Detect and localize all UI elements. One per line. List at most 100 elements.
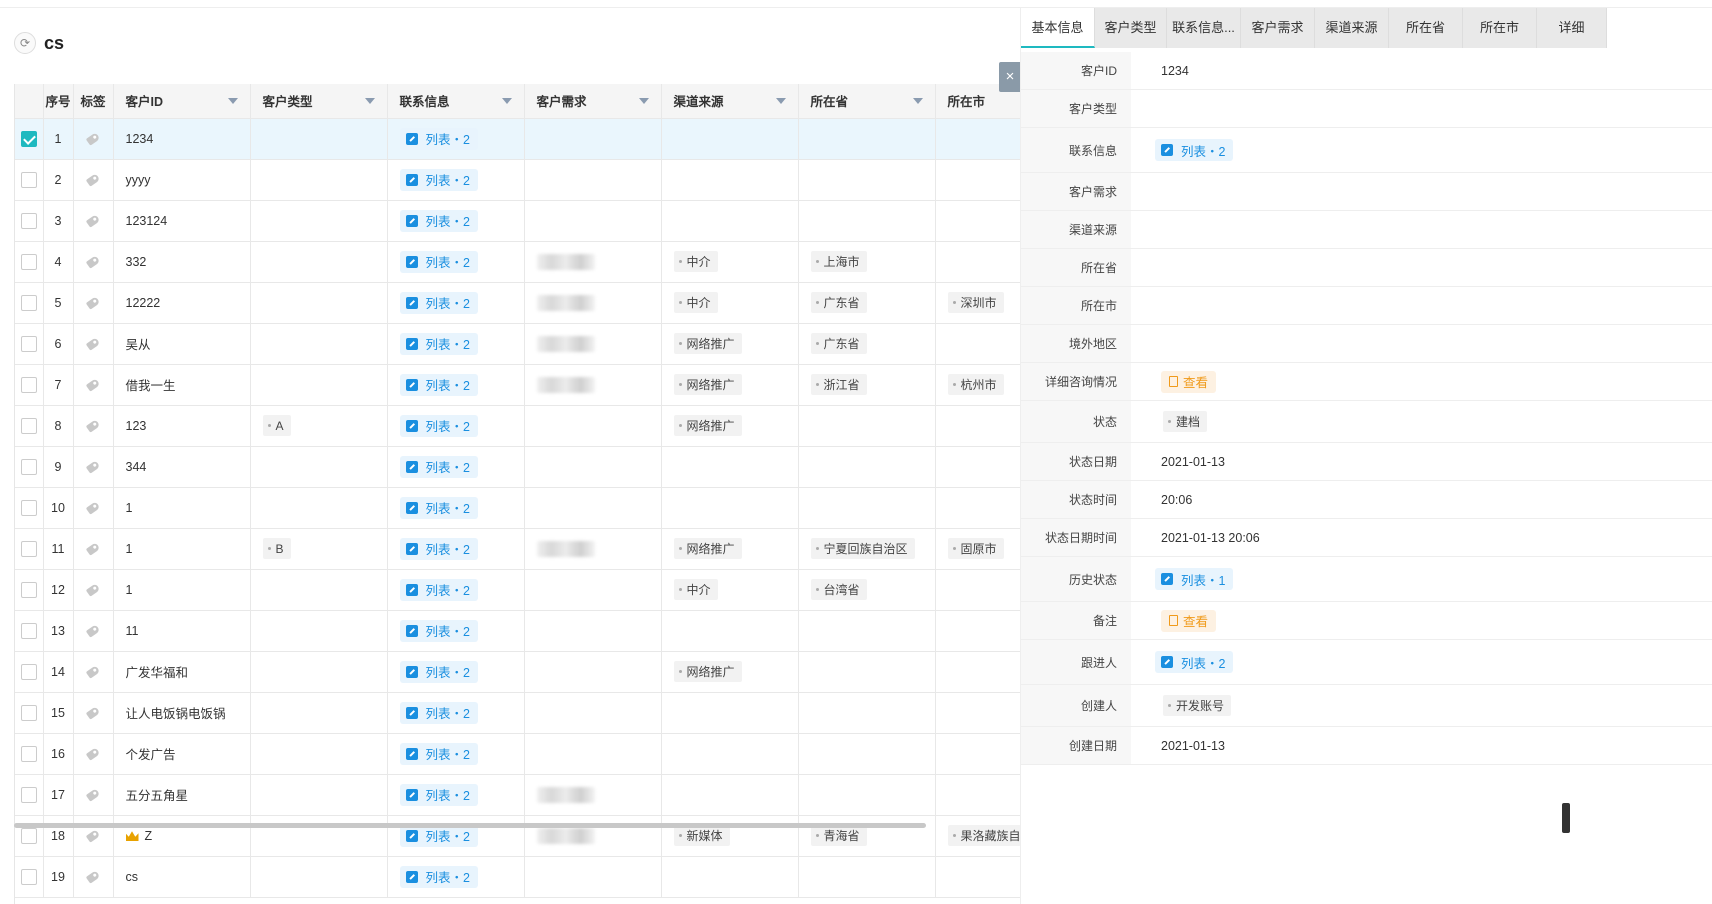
row-checkbox[interactable] [20, 417, 37, 434]
cell-channel[interactable] [661, 856, 799, 898]
cell-demand[interactable] [524, 487, 662, 529]
cell-customer-type[interactable] [250, 159, 388, 201]
cell-province[interactable]: 上海市 [798, 241, 936, 283]
cell-customer-id[interactable]: 11 [113, 610, 251, 652]
row-checkbox[interactable] [20, 212, 37, 229]
cell-customer-id[interactable]: 344 [113, 446, 251, 488]
tag-icon[interactable] [85, 788, 101, 802]
tag-icon[interactable] [85, 542, 101, 556]
contact-list-button[interactable]: 列表・2 [399, 373, 478, 396]
tag-icon[interactable] [85, 214, 101, 228]
table-row[interactable]: 15 让人电饭锅电饭锅 列表・2 [15, 692, 1073, 734]
cell-customer-id[interactable]: 个发广告 [113, 733, 251, 775]
field-list-button[interactable]: 列表・2 [1155, 139, 1234, 161]
row-checkbox[interactable] [20, 130, 37, 147]
cell-customer-id[interactable]: 1 [113, 528, 251, 570]
close-panel-button[interactable]: × [999, 62, 1021, 92]
table-row[interactable]: 3 123124 列表・2 [15, 200, 1073, 242]
table-row[interactable]: 10 1 列表・2 [15, 487, 1073, 529]
cell-province[interactable] [798, 159, 936, 201]
header-contact[interactable]: 联系信息 [387, 84, 525, 119]
cell-contact[interactable]: 列表・2 [387, 364, 525, 406]
field-value[interactable] [1131, 173, 1712, 210]
header-province[interactable]: 所在省 [798, 84, 936, 119]
field-list-button[interactable]: 列表・1 [1155, 568, 1234, 590]
tag-icon[interactable] [85, 665, 101, 679]
cell-demand[interactable] [524, 364, 662, 406]
caret-down-icon[interactable] [775, 98, 786, 104]
tag-icon[interactable] [85, 460, 101, 474]
cell-province[interactable]: 宁夏回族自治区 [798, 528, 936, 570]
tag-icon[interactable] [85, 296, 101, 310]
cell-channel[interactable] [661, 200, 799, 242]
cell-channel[interactable]: 网络推广 [661, 323, 799, 365]
cell-channel[interactable] [661, 692, 799, 734]
cell-contact[interactable]: 列表・2 [387, 282, 525, 324]
tag-icon[interactable] [85, 624, 101, 638]
cell-province[interactable] [798, 405, 936, 447]
cell-customer-type[interactable]: B [250, 528, 388, 570]
header-customer-type[interactable]: 客户类型 [250, 84, 388, 119]
cell-customer-type[interactable] [250, 610, 388, 652]
field-value[interactable]: 查看 [1131, 363, 1712, 400]
detail-tab[interactable]: 所在省 [1389, 8, 1463, 48]
cell-customer-type[interactable] [250, 364, 388, 406]
caret-down-icon[interactable] [638, 98, 649, 104]
contact-list-button[interactable]: 列表・2 [399, 250, 478, 273]
cell-demand[interactable] [524, 282, 662, 324]
cell-contact[interactable]: 列表・2 [387, 200, 525, 242]
table-row[interactable]: 6 吴从 列表・2 网络推广 广东省 [15, 323, 1073, 365]
cell-contact[interactable]: 列表・2 [387, 487, 525, 529]
cell-province[interactable]: 广东省 [798, 323, 936, 365]
field-value[interactable] [1131, 211, 1712, 248]
cell-channel[interactable]: 网络推广 [661, 651, 799, 693]
cell-customer-type[interactable] [250, 651, 388, 693]
cell-demand[interactable] [524, 159, 662, 201]
cell-province[interactable] [798, 200, 936, 242]
cell-customer-type[interactable] [250, 118, 388, 160]
cell-demand[interactable] [524, 405, 662, 447]
field-value[interactable]: 1234 [1131, 52, 1712, 89]
table-row[interactable]: 17 五分五角星 列表・2 [15, 774, 1073, 816]
tag-icon[interactable] [85, 132, 101, 146]
cell-customer-id[interactable]: 332 [113, 241, 251, 283]
field-value[interactable]: 2021-01-13 [1131, 727, 1712, 764]
cell-channel[interactable] [661, 610, 799, 652]
field-value[interactable]: 20:06 [1131, 481, 1712, 518]
cell-channel[interactable]: 新媒体 [661, 815, 799, 857]
cell-province[interactable]: 广东省 [798, 282, 936, 324]
horizontal-scrollbar[interactable] [14, 823, 926, 828]
cell-demand[interactable] [524, 692, 662, 734]
cell-customer-type[interactable] [250, 487, 388, 529]
tag-icon[interactable] [85, 870, 101, 884]
cell-contact[interactable]: 列表・2 [387, 528, 525, 570]
cell-channel[interactable] [661, 733, 799, 775]
cell-contact[interactable]: 列表・2 [387, 815, 525, 857]
cell-customer-type[interactable] [250, 569, 388, 611]
header-demand[interactable]: 客户需求 [524, 84, 662, 119]
cell-contact[interactable]: 列表・2 [387, 446, 525, 488]
caret-down-icon[interactable] [364, 98, 375, 104]
cell-province[interactable] [798, 118, 936, 160]
contact-list-button[interactable]: 列表・2 [399, 701, 478, 724]
cell-customer-type[interactable]: A [250, 405, 388, 447]
contact-list-button[interactable]: 列表・2 [399, 127, 478, 150]
cell-channel[interactable]: 网络推广 [661, 528, 799, 570]
detail-tab[interactable]: 基本信息 [1021, 8, 1095, 48]
header-customer-id[interactable]: 客户ID [113, 84, 251, 119]
detail-tab[interactable]: 客户需求 [1241, 8, 1315, 48]
cell-province[interactable] [798, 856, 936, 898]
cell-customer-id[interactable]: 五分五角星 [113, 774, 251, 816]
table-row[interactable]: 18 Z 列表・2 新媒体 青海省 果洛藏族自 [15, 815, 1073, 857]
cell-demand[interactable] [524, 733, 662, 775]
cell-customer-id[interactable]: 123124 [113, 200, 251, 242]
header-channel[interactable]: 渠道来源 [661, 84, 799, 119]
row-checkbox[interactable] [20, 786, 37, 803]
tag-icon[interactable] [85, 173, 101, 187]
field-value[interactable] [1131, 249, 1712, 286]
field-value[interactable]: 2021-01-13 20:06 [1131, 519, 1712, 556]
field-value[interactable] [1131, 287, 1712, 324]
contact-list-button[interactable]: 列表・2 [399, 619, 478, 642]
row-checkbox[interactable] [20, 704, 37, 721]
row-checkbox[interactable] [20, 581, 37, 598]
